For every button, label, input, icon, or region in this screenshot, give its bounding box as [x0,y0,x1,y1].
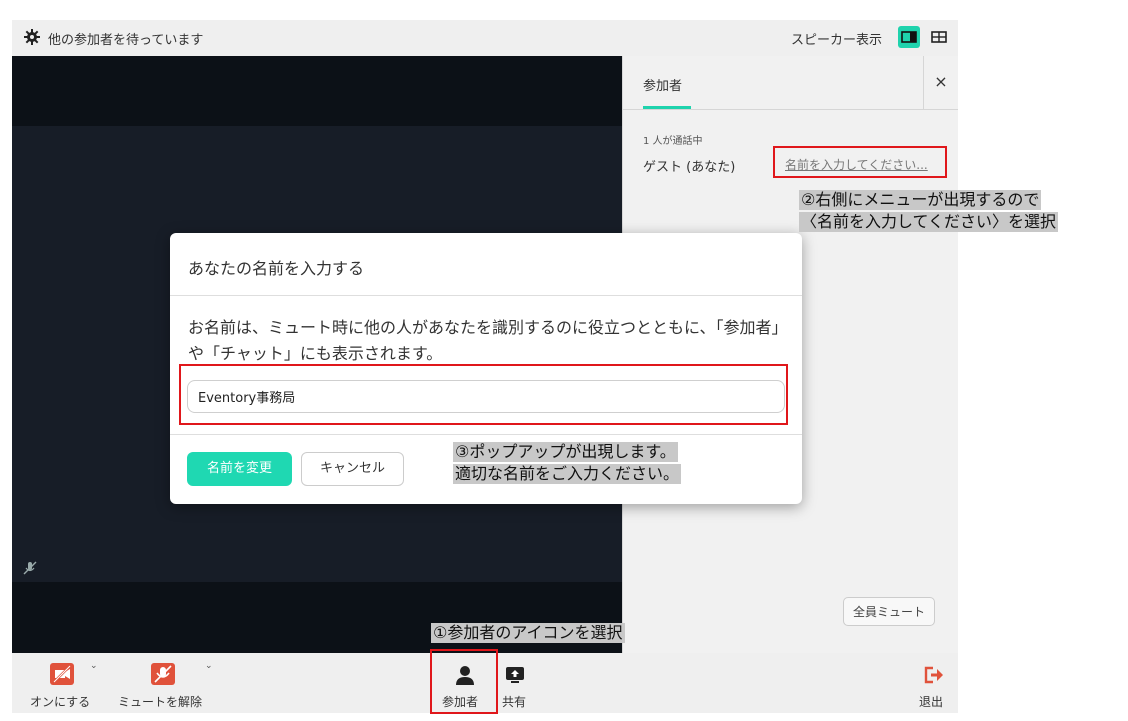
mic-off-icon [151,663,175,685]
gear-icon[interactable] [24,29,40,45]
highlight-participants-button [430,649,498,714]
top-bar: 他の参加者を待っています スピーカー表示 [12,20,958,56]
view-mode-label: スピーカー表示 [790,33,882,48]
panel-header-divider [923,56,924,109]
mic-muted-icon [23,561,37,575]
dialog-description: お名前は、ミュート時に他の人があなたを識別するのに役立つとともに、「参加者」や「… [188,318,788,363]
annotation-step3-line1: ③ポップアップが出現します。 [453,442,678,462]
waiting-status: 他の参加者を待っています [48,33,204,48]
leave-label: 退出 [919,695,944,709]
in-call-count: 1 人が通話中 [643,136,703,147]
leave-icon [924,666,943,684]
mute-all-button[interactable]: 全員ミュート [843,597,936,626]
video-top-band [12,56,622,126]
camera-options-caret[interactable]: ⌄ [90,661,98,671]
panel-header: 参加者 × [623,56,958,110]
highlight-name-input [179,364,788,425]
highlight-enter-name [773,146,947,178]
dialog-title: あなたの名前を入力する [188,259,365,278]
cancel-button[interactable]: キャンセル [301,452,404,486]
share-label: 共有 [502,695,527,709]
annotation-step2-line1: ②右側にメニューが出現するので [799,190,1042,210]
tab-active-indicator [643,106,691,109]
share-screen-icon [506,667,524,683]
speaker-view-icon [901,31,917,43]
close-panel-button[interactable]: × [931,72,951,91]
annotation-step1: ①参加者のアイコンを選択 [431,623,625,643]
change-name-button[interactable]: 名前を変更 [187,452,292,486]
dialog-divider-top [170,295,802,296]
camera-label: オンにする [30,695,91,709]
annotation-step2-line2: 〈名前を入力してください〉を選択 [799,212,1059,232]
mic-options-caret[interactable]: ⌄ [205,661,213,671]
camera-off-icon [50,663,74,685]
mic-label: ミュートを解除 [118,695,203,709]
annotation-step3-line2: 適切な名前をご入力ください。 [453,464,682,484]
grid-view-button[interactable] [928,26,950,48]
dialog-divider-bottom [170,434,802,435]
grid-view-icon [931,31,947,43]
tab-participants[interactable]: 参加者 [643,75,682,94]
participant-name: ゲスト (あなた) [643,160,736,175]
speaker-view-button[interactable] [898,26,920,48]
